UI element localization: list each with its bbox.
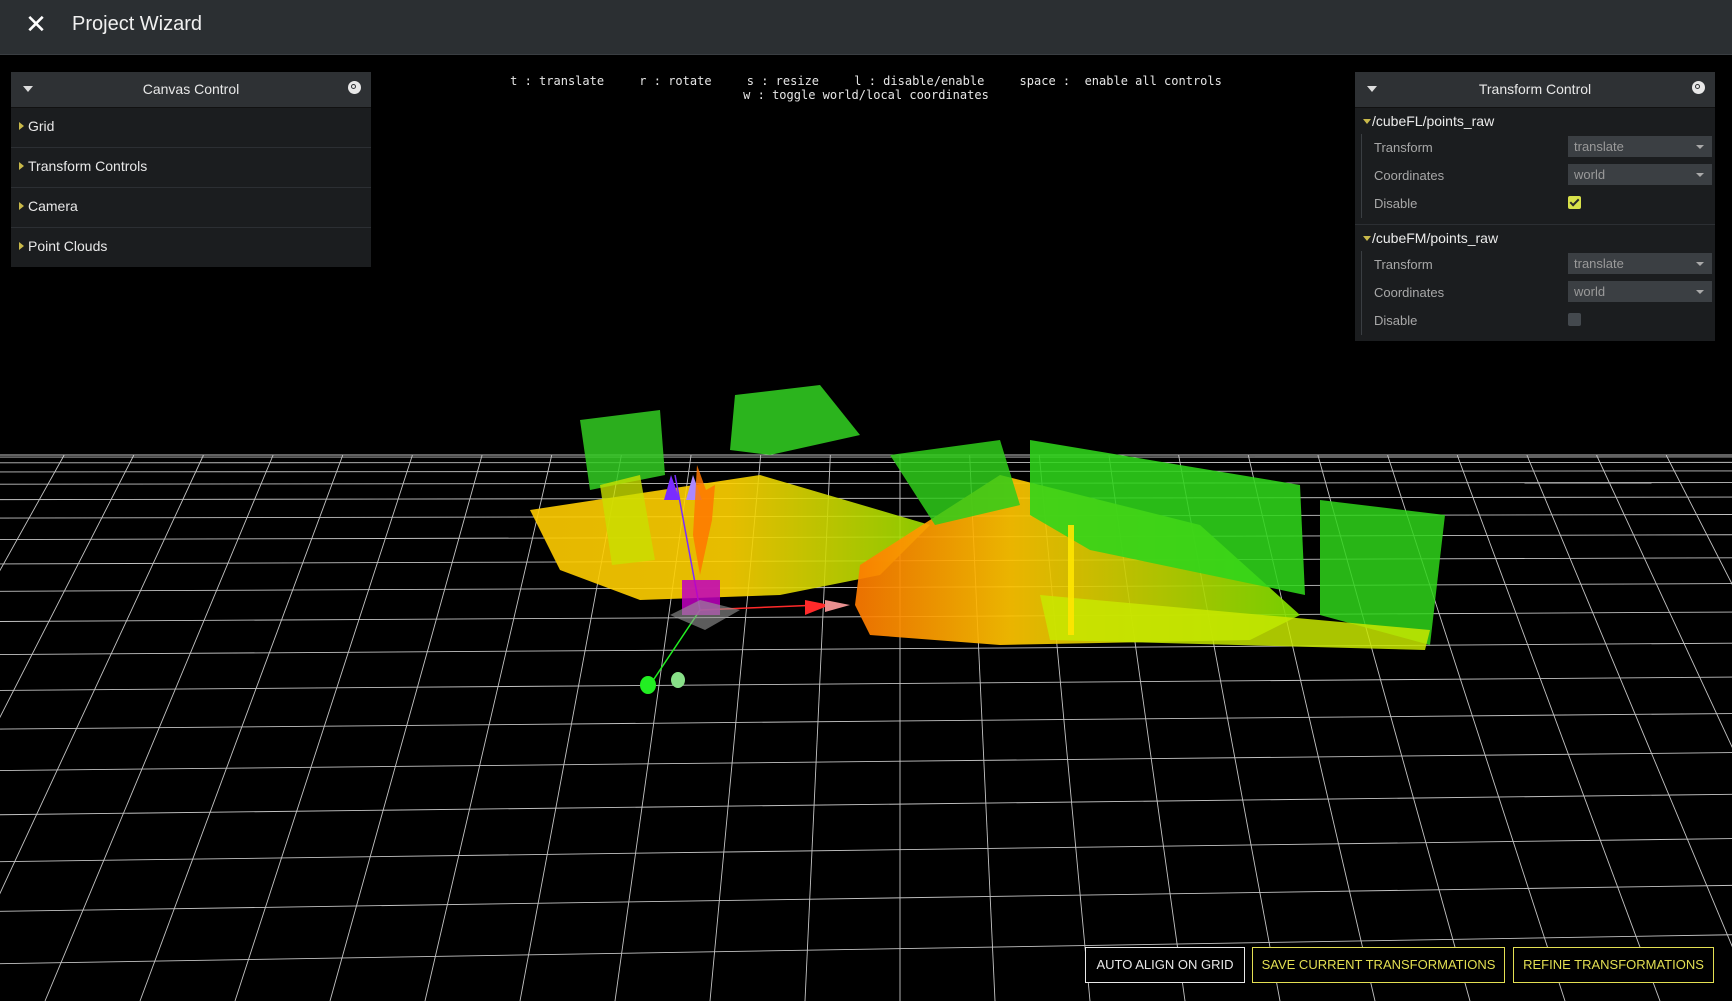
expand-triangle-icon — [19, 202, 24, 210]
auto-align-button[interactable]: AUTO ALIGN ON GRID — [1085, 947, 1245, 983]
collapse-triangle-icon — [1363, 119, 1371, 124]
group-cubeFM: /cubeFM/points_raw Transform translate C… — [1355, 225, 1715, 341]
disable-row: Disable — [1361, 190, 1715, 218]
expand-triangle-icon — [19, 162, 24, 170]
folder-point-clouds[interactable]: Point Clouds — [11, 228, 371, 267]
coordinates-row: Coordinates world — [1361, 279, 1715, 307]
folder-camera[interactable]: Camera — [11, 188, 371, 228]
canvas-control-header[interactable]: Canvas Control — [11, 72, 371, 108]
group-name: /cubeFM/points_raw — [1372, 230, 1499, 246]
refine-transformations-button[interactable]: REFINE TRANSFORMATIONS — [1513, 947, 1714, 983]
transform-row: Transform translate — [1361, 251, 1715, 279]
canvas-control-panel: Canvas Control Grid Transform Controls C… — [11, 72, 371, 267]
row-label: Transform — [1374, 257, 1433, 272]
group-header[interactable]: /cubeFL/points_raw — [1355, 108, 1715, 134]
transform-row: Transform translate — [1361, 134, 1715, 162]
folder-grid[interactable]: Grid — [11, 108, 371, 148]
group-cubeFL: /cubeFL/points_raw Transform translate C… — [1355, 108, 1715, 225]
row-label: Coordinates — [1374, 168, 1445, 183]
transform-control-panel: Transform Control /cubeFL/points_raw Tra… — [1355, 72, 1715, 341]
folder-label: Point Clouds — [28, 238, 108, 254]
search-icon[interactable] — [1692, 81, 1705, 94]
group-name: /cubeFL/points_raw — [1372, 113, 1495, 129]
search-icon[interactable] — [348, 81, 361, 94]
folder-transform-controls[interactable]: Transform Controls — [11, 148, 371, 188]
coordinates-select[interactable]: world — [1568, 281, 1712, 302]
close-icon[interactable]: ✕ — [24, 11, 48, 37]
row-label: Disable — [1374, 313, 1418, 328]
folder-label: Camera — [28, 198, 78, 214]
expand-triangle-icon — [19, 122, 24, 130]
collapse-triangle-icon — [1363, 236, 1371, 241]
row-label: Disable — [1374, 196, 1418, 211]
app-title: Project Wizard — [72, 13, 203, 35]
folder-label: Transform Controls — [28, 158, 148, 174]
folder-label: Grid — [28, 118, 55, 134]
disable-checkbox[interactable] — [1568, 313, 1581, 326]
disable-checkbox[interactable] — [1568, 196, 1581, 209]
coordinates-select[interactable]: world — [1568, 164, 1712, 185]
transform-select[interactable]: translate — [1568, 253, 1712, 274]
save-transformations-button[interactable]: SAVE CURRENT TRANSFORMATIONS — [1252, 947, 1505, 983]
expand-triangle-icon — [19, 242, 24, 250]
row-label: Coordinates — [1374, 285, 1445, 300]
row-label: Transform — [1374, 140, 1433, 155]
coordinates-row: Coordinates world — [1361, 162, 1715, 190]
disable-row: Disable — [1361, 307, 1715, 335]
group-header[interactable]: /cubeFM/points_raw — [1355, 225, 1715, 251]
panel-title: Canvas Control — [142, 81, 240, 97]
panel-title: Transform Control — [1478, 81, 1592, 97]
transform-select[interactable]: translate — [1568, 136, 1712, 157]
title-bar: ✕ Project Wizard — [0, 0, 1732, 55]
transform-control-header[interactable]: Transform Control — [1355, 72, 1715, 108]
